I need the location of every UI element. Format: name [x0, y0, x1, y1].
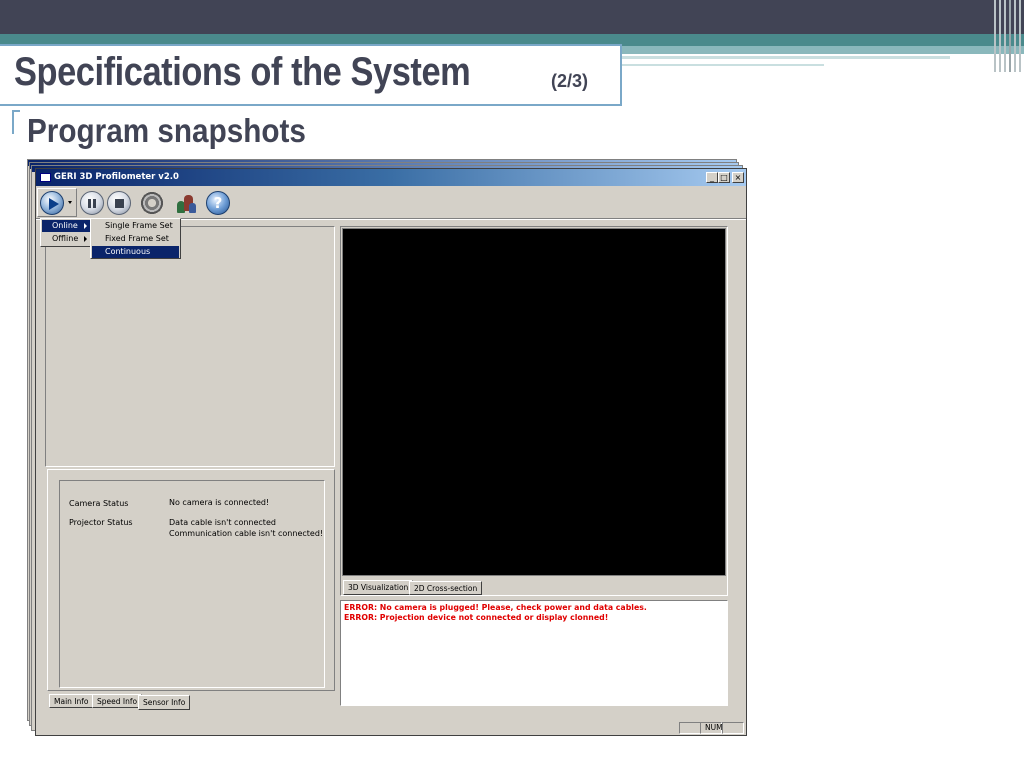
minimize-button[interactable]: _ [706, 172, 718, 183]
online-submenu: Single Frame Set Fixed Frame Set Continu… [90, 218, 181, 259]
tab-2d-cross-section[interactable]: 2D Cross-section [409, 581, 483, 595]
status-bar: NUM [36, 721, 746, 735]
slide-corner-lines [992, 0, 1024, 72]
visualization-canvas[interactable] [342, 228, 726, 576]
log-line: ERROR: Projection device not connected o… [344, 613, 609, 622]
play-dropdown-arrow-icon[interactable] [68, 201, 72, 204]
close-button[interactable]: × [732, 172, 744, 183]
menu-item-online[interactable]: Online [42, 220, 92, 232]
slide-pale-line-2 [610, 64, 824, 66]
submenu-item-continuous[interactable]: Continuous [92, 246, 179, 258]
num-lock-indicator: NUM [700, 722, 723, 734]
status-box: Camera Status No camera is connected! Pr… [59, 480, 325, 688]
log-line: ERROR: No camera is plugged! Please, che… [344, 603, 647, 612]
slide-title-page: (2/3) [551, 71, 589, 91]
subtitle-bracket [12, 110, 20, 134]
slide-light-teal-bar [600, 46, 1024, 54]
projector-status-value-2: Communication cable isn't connected! [169, 529, 324, 538]
stop-icon[interactable] [107, 191, 131, 215]
error-log: ERROR: No camera is plugged! Please, che… [340, 600, 728, 706]
play-icon[interactable] [40, 191, 64, 215]
tab-main-info[interactable]: Main Info [49, 694, 94, 708]
camera-status-value: No camera is connected! [169, 498, 270, 507]
maximize-button[interactable]: □ [718, 172, 730, 183]
help-icon[interactable]: ? [206, 191, 230, 215]
camera-status-label: Camera Status [69, 499, 129, 508]
pause-icon[interactable] [80, 191, 104, 215]
status-bar-cell [722, 722, 744, 734]
slide-subtitle: Program snapshots [27, 112, 306, 149]
slide-pale-line [610, 56, 950, 59]
app-icon [40, 173, 51, 182]
window-titlebar[interactable]: GERI 3D Profilometer v2.0 _ □ × [36, 169, 746, 186]
info-panel: Camera Status No camera is connected! Pr… [47, 469, 335, 691]
people-icon[interactable] [174, 191, 198, 215]
tab-speed-info[interactable]: Speed Info [92, 694, 143, 708]
slide-title: Specifications of the System [14, 50, 471, 94]
left-top-panel [45, 226, 335, 467]
slide-top-bar [0, 0, 1024, 34]
projector-status-value-1: Data cable isn't connected [169, 518, 276, 527]
play-mode-menu: Online Offline [40, 218, 94, 247]
app-window: GERI 3D Profilometer v2.0 _ □ × ? Online… [35, 168, 747, 736]
projector-status-label: Projector Status [69, 518, 133, 527]
submenu-item-fixed-frame-set[interactable]: Fixed Frame Set [92, 233, 179, 245]
submenu-item-single-frame-set[interactable]: Single Frame Set [92, 220, 179, 232]
tab-3d-visualization[interactable]: 3D Visualization [343, 580, 414, 595]
window-title: GERI 3D Profilometer v2.0 [54, 172, 179, 182]
submenu-arrow-icon [84, 223, 87, 229]
tab-sensor-info[interactable]: Sensor Info [138, 695, 191, 710]
status-bar-cell [679, 722, 701, 734]
menu-item-offline[interactable]: Offline [42, 233, 92, 245]
submenu-arrow-icon [84, 236, 87, 242]
gear-icon[interactable] [140, 191, 164, 215]
